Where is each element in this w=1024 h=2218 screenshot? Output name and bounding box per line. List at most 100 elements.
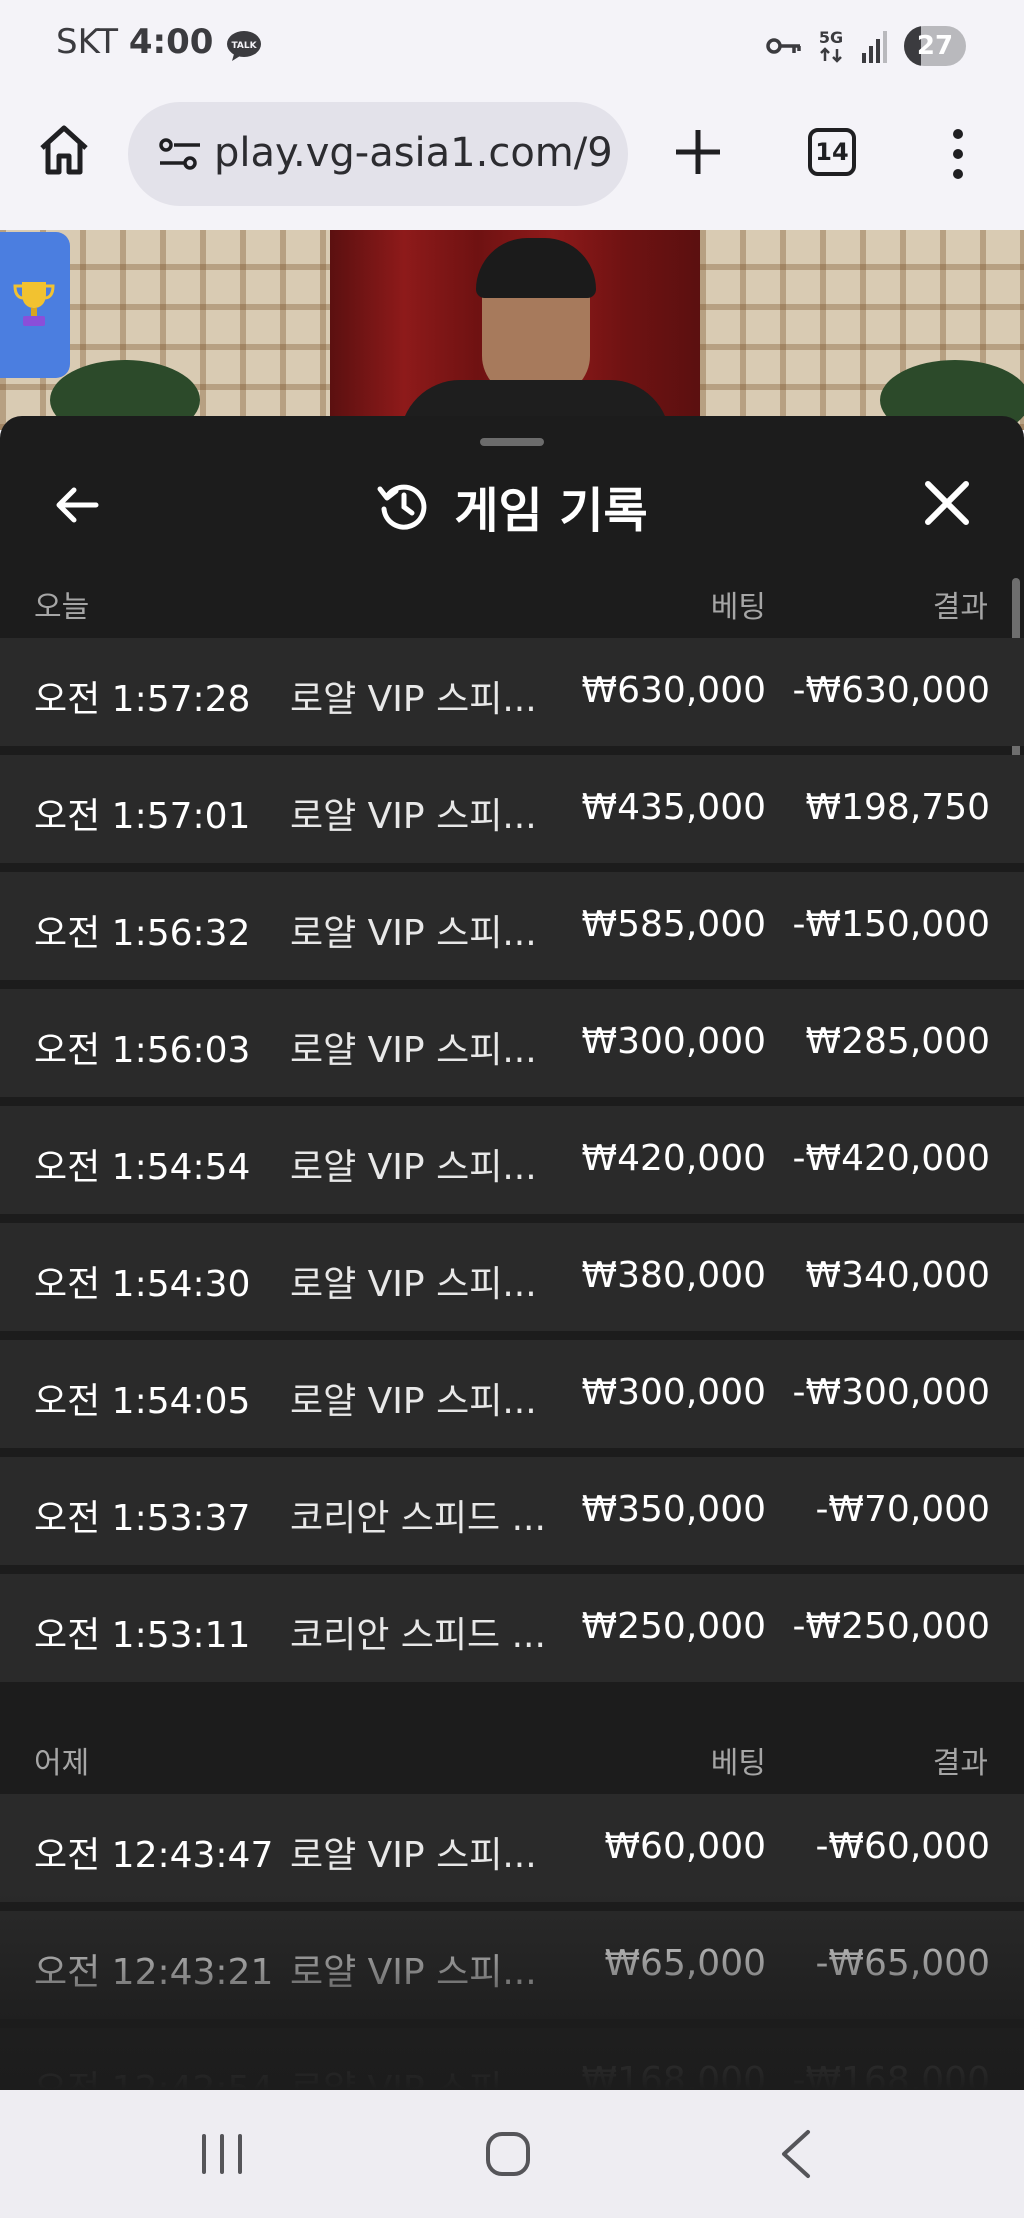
row-bet: ₩300,000 bbox=[581, 1021, 766, 1062]
history-row[interactable]: 오전 1:53:37 코리안 스피드 ... ₩350,000 -₩70,000 bbox=[0, 1457, 1024, 1565]
drag-handle[interactable] bbox=[480, 438, 544, 446]
history-row[interactable]: 오전 1:56:03 로얄 VIP 스피... ₩300,000 ₩285,00… bbox=[0, 989, 1024, 1097]
section-header-yesterday: 어제 베팅 결과 bbox=[0, 1724, 1024, 1784]
signal-icon bbox=[862, 31, 887, 63]
row-result: -₩150,000 bbox=[792, 904, 990, 945]
history-row[interactable]: 오전 12:42:54 로얄 VIP 스피... ₩168,000 -₩168,… bbox=[0, 2028, 1024, 2090]
trophy-icon bbox=[13, 282, 55, 326]
row-game: 로얄 VIP 스피... bbox=[290, 1147, 537, 1188]
carrier-label: SKT bbox=[56, 22, 119, 62]
bet-column-header: 베팅 bbox=[710, 1746, 766, 1781]
row-bet: ₩60,000 bbox=[604, 1826, 766, 1867]
recent-apps-icon[interactable] bbox=[198, 2132, 246, 2176]
row-time: 오전 1:56:03 bbox=[34, 1030, 251, 1071]
result-column-header: 결과 bbox=[932, 590, 988, 625]
row-bet: ₩250,000 bbox=[581, 1606, 766, 1647]
row-result: ₩285,000 bbox=[805, 1021, 990, 1062]
history-row[interactable]: 오전 1:54:05 로얄 VIP 스피... ₩300,000 -₩300,0… bbox=[0, 1340, 1024, 1448]
history-row[interactable]: 오전 12:43:47 로얄 VIP 스피... ₩60,000 -₩60,00… bbox=[0, 1794, 1024, 1902]
row-game: 로얄 VIP 스피... bbox=[290, 1030, 537, 1071]
row-time: 오전 1:57:01 bbox=[34, 796, 251, 837]
address-bar[interactable]: play.vg-asia1.com/93 bbox=[128, 102, 628, 206]
svg-text:5G: 5G bbox=[819, 28, 843, 47]
row-bet: ₩420,000 bbox=[581, 1138, 766, 1179]
more-icon[interactable] bbox=[940, 126, 976, 182]
row-time: 오전 1:53:11 bbox=[34, 1615, 251, 1656]
row-result: ₩340,000 bbox=[805, 1255, 990, 1296]
vpn-key-icon bbox=[766, 38, 801, 54]
url-text[interactable]: play.vg-asia1.com/93 bbox=[214, 130, 612, 176]
clock: 4:00 bbox=[128, 22, 214, 62]
game-history-sheet: 게임 기록 오늘 베팅 결과 오전 1:57:28 로얄 VIP 스피... ₩… bbox=[0, 416, 1024, 2090]
row-game: 로얄 VIP 스피... bbox=[290, 679, 537, 720]
row-time: 오전 12:43:21 bbox=[34, 1952, 274, 1993]
row-bet: ₩350,000 bbox=[581, 1489, 766, 1530]
home-button-icon[interactable] bbox=[484, 2130, 532, 2178]
history-row[interactable]: 오전 12:43:21 로얄 VIP 스피... ₩65,000 -₩65,00… bbox=[0, 1911, 1024, 2019]
row-game: 로얄 VIP 스피... bbox=[290, 1264, 537, 1305]
sheet-title: 게임 기록 bbox=[454, 483, 648, 539]
battery-level: 27 bbox=[916, 31, 954, 61]
row-time: 오전 1:54:05 bbox=[34, 1381, 251, 1422]
row-bet: ₩168,000 bbox=[581, 2060, 766, 2090]
back-icon[interactable] bbox=[778, 2128, 814, 2180]
history-row[interactable]: 오전 1:56:32 로얄 VIP 스피... ₩585,000 -₩150,0… bbox=[0, 872, 1024, 980]
history-row[interactable]: 오전 1:57:01 로얄 VIP 스피... ₩435,000 ₩198,75… bbox=[0, 755, 1024, 863]
row-game: 로얄 VIP 스피... bbox=[290, 913, 537, 954]
status-carrier-time: SKT 4:00 bbox=[56, 22, 213, 62]
row-game: 로얄 VIP 스피... bbox=[290, 1381, 537, 1422]
row-result: -₩250,000 bbox=[792, 1606, 990, 1647]
row-game: 로얄 VIP 스피... bbox=[290, 2069, 537, 2090]
row-result: -₩65,000 bbox=[815, 1943, 990, 1984]
row-game: 로얄 VIP 스피... bbox=[290, 796, 537, 837]
row-result: -₩70,000 bbox=[815, 1489, 990, 1530]
row-result: -₩168,000 bbox=[792, 2060, 990, 2090]
row-result: -₩300,000 bbox=[792, 1372, 990, 1413]
section-label: 어제 bbox=[34, 1746, 90, 1781]
row-bet: ₩65,000 bbox=[604, 1943, 766, 1984]
row-time: 오전 12:42:54 bbox=[34, 2069, 274, 2090]
history-row[interactable]: 오전 1:57:28 로얄 VIP 스피... ₩630,000 -₩630,0… bbox=[0, 638, 1024, 746]
new-tab-icon[interactable] bbox=[670, 124, 726, 180]
history-row[interactable]: 오전 1:54:30 로얄 VIP 스피... ₩380,000 ₩340,00… bbox=[0, 1223, 1024, 1331]
home-icon[interactable] bbox=[36, 122, 92, 178]
row-time: 오전 1:54:54 bbox=[34, 1147, 251, 1188]
row-time: 오전 1:57:28 bbox=[34, 679, 251, 720]
row-bet: ₩585,000 bbox=[581, 904, 766, 945]
status-bar: SKT 4:00 TALK 5G 27 bbox=[0, 0, 1024, 96]
row-result: ₩198,750 bbox=[805, 787, 990, 828]
row-result: -₩420,000 bbox=[792, 1138, 990, 1179]
row-time: 오전 1:56:32 bbox=[34, 913, 251, 954]
leaderboard-tab[interactable] bbox=[0, 232, 70, 378]
row-game: 코리안 스피드 ... bbox=[290, 1615, 546, 1656]
history-row[interactable]: 오전 1:53:11 코리안 스피드 ... ₩250,000 -₩250,00… bbox=[0, 1574, 1024, 1682]
row-bet: ₩435,000 bbox=[581, 787, 766, 828]
row-time: 오전 1:54:30 bbox=[34, 1264, 251, 1305]
5g-icon: 5G bbox=[819, 28, 843, 63]
row-result: -₩630,000 bbox=[792, 670, 990, 711]
section-header-today: 오늘 베팅 결과 bbox=[0, 568, 1024, 628]
live-video-feed[interactable] bbox=[0, 230, 1024, 430]
history-icon bbox=[377, 484, 427, 530]
result-column-header: 결과 bbox=[932, 1746, 988, 1781]
row-time: 오전 1:53:37 bbox=[34, 1498, 251, 1539]
close-icon[interactable] bbox=[922, 478, 972, 528]
row-result: -₩60,000 bbox=[815, 1826, 990, 1867]
status-icons: 5G 27 bbox=[766, 26, 966, 66]
kakaotalk-icon: TALK bbox=[227, 31, 261, 61]
system-nav-bar bbox=[0, 2090, 1024, 2218]
svg-text:TALK: TALK bbox=[231, 41, 257, 51]
bet-column-header: 베팅 bbox=[710, 590, 766, 625]
row-game: 로얄 VIP 스피... bbox=[290, 1835, 537, 1876]
row-game: 코리안 스피드 ... bbox=[290, 1498, 546, 1539]
history-row[interactable]: 오전 1:54:54 로얄 VIP 스피... ₩420,000 -₩420,0… bbox=[0, 1106, 1024, 1214]
battery-icon: 27 bbox=[904, 26, 966, 66]
site-settings-icon[interactable] bbox=[158, 136, 202, 172]
browser-toolbar: play.vg-asia1.com/93 14 bbox=[0, 96, 1024, 230]
tabs-icon[interactable]: 14 bbox=[808, 128, 856, 176]
row-game: 로얄 VIP 스피... bbox=[290, 1952, 537, 1993]
section-label: 오늘 bbox=[34, 590, 90, 625]
tab-count: 14 bbox=[815, 138, 849, 166]
row-bet: ₩630,000 bbox=[581, 670, 766, 711]
row-time: 오전 12:43:47 bbox=[34, 1835, 274, 1876]
